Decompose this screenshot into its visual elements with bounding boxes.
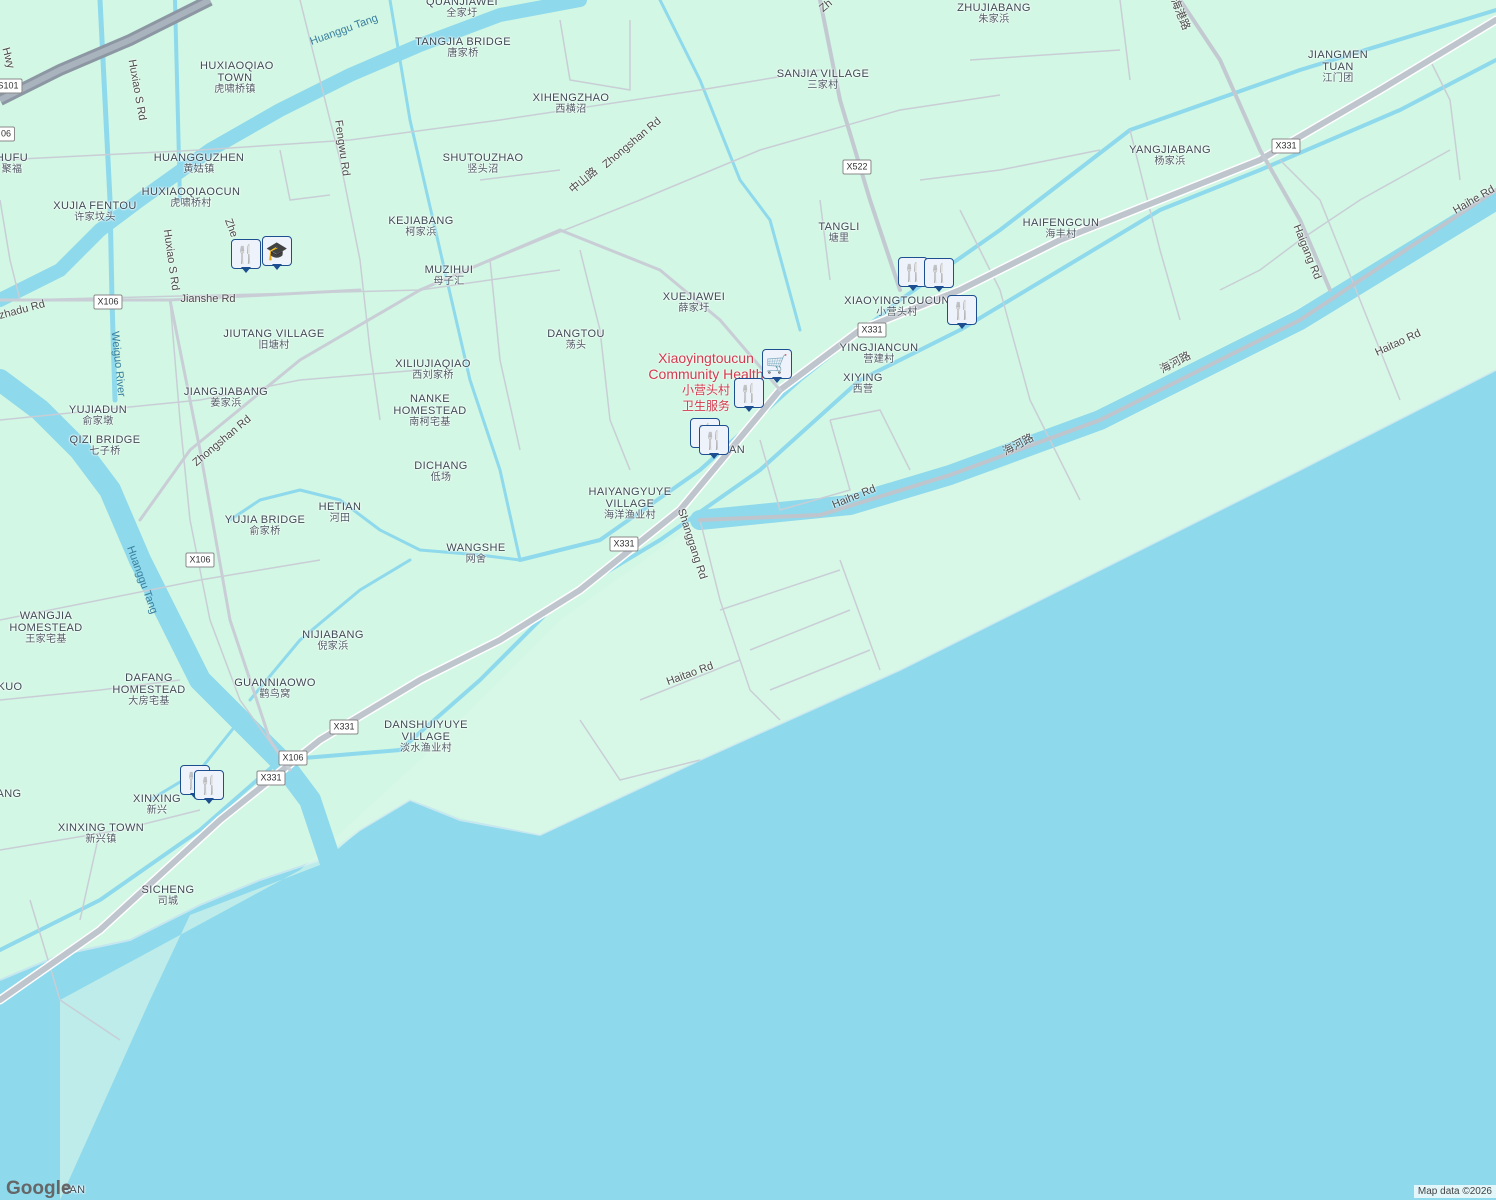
shopping-cart-icon: 🛒 xyxy=(762,349,792,379)
road-shield: X106 xyxy=(278,750,308,766)
fork-knife-icon: 🍴 xyxy=(947,295,977,325)
restaurant-marker[interactable]: 🍴 xyxy=(699,425,729,459)
restaurant-marker[interactable]: 🍴 xyxy=(947,295,977,329)
map-attribution: Map data ©2026 xyxy=(1413,1185,1496,1198)
restaurant-marker[interactable]: 🍴 xyxy=(734,378,764,412)
fork-knife-icon: 🍴 xyxy=(924,258,954,288)
road-shield: S101 xyxy=(0,78,23,94)
google-logo: Google xyxy=(6,1178,72,1199)
road-label: Jianshe Rd xyxy=(180,293,236,305)
school-marker[interactable]: 🎓 xyxy=(262,236,292,270)
restaurant-marker[interactable]: 🍴 xyxy=(194,770,224,804)
road-shield: 06 xyxy=(0,126,16,142)
road-shield: X522 xyxy=(842,159,872,175)
shopping-marker[interactable]: 🛒 xyxy=(762,349,792,383)
road-shield: X331 xyxy=(329,719,359,735)
sea-area xyxy=(0,370,1496,1200)
road-shield: X106 xyxy=(185,552,215,568)
road-shield: X331 xyxy=(256,770,286,786)
fork-knife-icon: 🍴 xyxy=(231,239,261,269)
road-shield: X331 xyxy=(857,322,887,338)
restaurant-marker[interactable]: 🍴 xyxy=(924,258,954,292)
road-shield: X331 xyxy=(609,536,639,552)
graduation-cap-icon: 🎓 xyxy=(262,236,292,266)
restaurant-marker[interactable]: 🍴 xyxy=(231,239,261,273)
road-shield: X106 xyxy=(93,294,123,310)
road-shield: X331 xyxy=(1271,138,1301,154)
fork-knife-icon: 🍴 xyxy=(699,425,729,455)
fork-knife-icon: 🍴 xyxy=(194,770,224,800)
fork-knife-icon: 🍴 xyxy=(734,378,764,408)
map-canvas[interactable] xyxy=(0,0,1496,1200)
